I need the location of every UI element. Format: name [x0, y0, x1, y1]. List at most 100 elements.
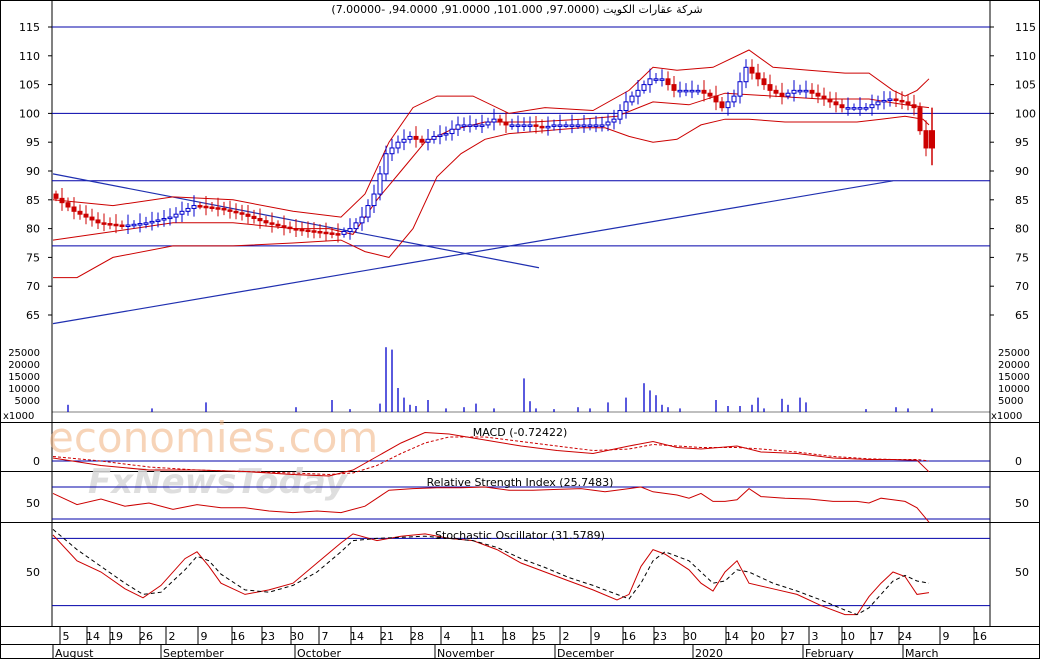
candle-body — [119, 224, 125, 227]
candle-body — [425, 138, 431, 143]
candle-body — [155, 219, 161, 222]
x-day-label: 9 — [943, 630, 950, 643]
x-day-label: 9 — [594, 630, 601, 643]
watermark-economies: economies.com — [48, 413, 378, 462]
price-tick-right: 115 — [1015, 21, 1036, 34]
candle-body — [65, 202, 71, 208]
rsi-tick-right: 50 — [1015, 497, 1029, 510]
candle-body — [533, 124, 539, 127]
candle-body — [437, 134, 443, 137]
candle-body — [797, 89, 803, 93]
candle-body — [377, 173, 383, 195]
candle-body — [677, 89, 683, 93]
candle-body — [515, 124, 521, 127]
price-volume-panel-frame — [51, 0, 991, 423]
x-day-label: 3 — [812, 630, 819, 643]
candle-body — [59, 197, 65, 204]
price-tick-left: 115 — [19, 21, 40, 34]
x-month-label: December — [557, 647, 615, 659]
candle-body — [923, 130, 929, 149]
candle-body — [905, 101, 911, 106]
candle-body — [839, 104, 845, 109]
candle-body — [257, 218, 263, 222]
candle-body — [743, 66, 749, 83]
candle-body — [77, 210, 83, 215]
candle-body — [293, 228, 299, 231]
candle-body — [917, 107, 923, 132]
x-day-label: 9 — [201, 630, 208, 643]
candle-body — [221, 207, 227, 211]
candle-body — [635, 89, 641, 97]
candle-body — [263, 220, 269, 224]
candle-body — [125, 224, 131, 227]
candle-body — [647, 78, 653, 86]
candle-body — [791, 89, 797, 94]
candle-body — [521, 124, 527, 127]
candle-body — [713, 95, 719, 103]
x-day-label: 2 — [563, 630, 570, 643]
x-day-label: 25 — [532, 630, 546, 643]
x-month-label: September — [163, 647, 224, 659]
bollinger-upper-band — [52, 49, 930, 218]
candle-body — [389, 147, 395, 155]
candle-body — [683, 89, 689, 93]
candle-body — [611, 118, 617, 123]
candle-body — [881, 99, 887, 103]
candle-body — [365, 205, 371, 218]
x-day-label: 17 — [870, 630, 884, 643]
candle-body — [305, 229, 311, 233]
candle-body — [695, 89, 701, 93]
volume-unit-right: x1000 — [991, 411, 1022, 422]
candle-body — [641, 84, 647, 91]
candle-body — [779, 92, 785, 97]
candle-body — [719, 101, 725, 109]
candle-body — [551, 124, 557, 127]
stochastic-tick-right: 50 — [1015, 566, 1029, 579]
price-tick-right: 80 — [1015, 223, 1029, 236]
candle-body — [509, 124, 515, 127]
x-month-label: 2020 — [695, 647, 723, 659]
price-tick-left: 90 — [26, 165, 40, 178]
candle-body — [443, 133, 449, 136]
x-month-label: October — [297, 647, 341, 659]
candle-body — [731, 95, 737, 103]
candle-body — [317, 230, 323, 234]
x-day-label: 10 — [841, 630, 855, 643]
candle-body — [491, 118, 497, 123]
x-day-label: 18 — [502, 630, 516, 643]
candle-body — [617, 110, 623, 120]
candle-body — [899, 99, 905, 103]
last-candle-body — [929, 130, 935, 149]
candle-body — [209, 206, 215, 209]
candle-body — [725, 101, 731, 109]
candle-body — [773, 89, 779, 94]
rsi-tick-left: 50 — [26, 497, 40, 510]
candle-body — [875, 101, 881, 106]
candle-body — [335, 233, 341, 236]
x-day-label: 14 — [725, 630, 739, 643]
price-tick-left: 110 — [19, 50, 40, 63]
price-tick-left: 105 — [19, 79, 40, 92]
candle-body — [137, 223, 143, 226]
candle-body — [95, 219, 101, 224]
price-tick-right: 110 — [1015, 50, 1036, 63]
chart-title: شركة عقارات الكويت (97.0000, 101.000, 91… — [331, 3, 702, 16]
x-day-label: 4 — [444, 630, 451, 643]
candle-body — [545, 125, 551, 129]
candle-body — [911, 104, 917, 109]
candle-body — [563, 124, 569, 127]
bollinger-middle-band — [52, 92, 930, 241]
price-tick-left: 95 — [26, 136, 40, 149]
macd-label: MACD (-0.72422) — [473, 426, 568, 439]
candle-body — [665, 78, 671, 86]
candle-body — [413, 135, 419, 140]
candle-body — [395, 141, 401, 149]
price-tick-right: 65 — [1015, 309, 1029, 322]
candle-body — [851, 107, 857, 110]
x-month-label: March — [905, 647, 939, 659]
candle-body — [893, 98, 899, 101]
candle-body — [347, 228, 353, 232]
candle-body — [827, 98, 833, 103]
candle-body — [803, 89, 809, 93]
price-tick-left: 100 — [19, 107, 40, 120]
